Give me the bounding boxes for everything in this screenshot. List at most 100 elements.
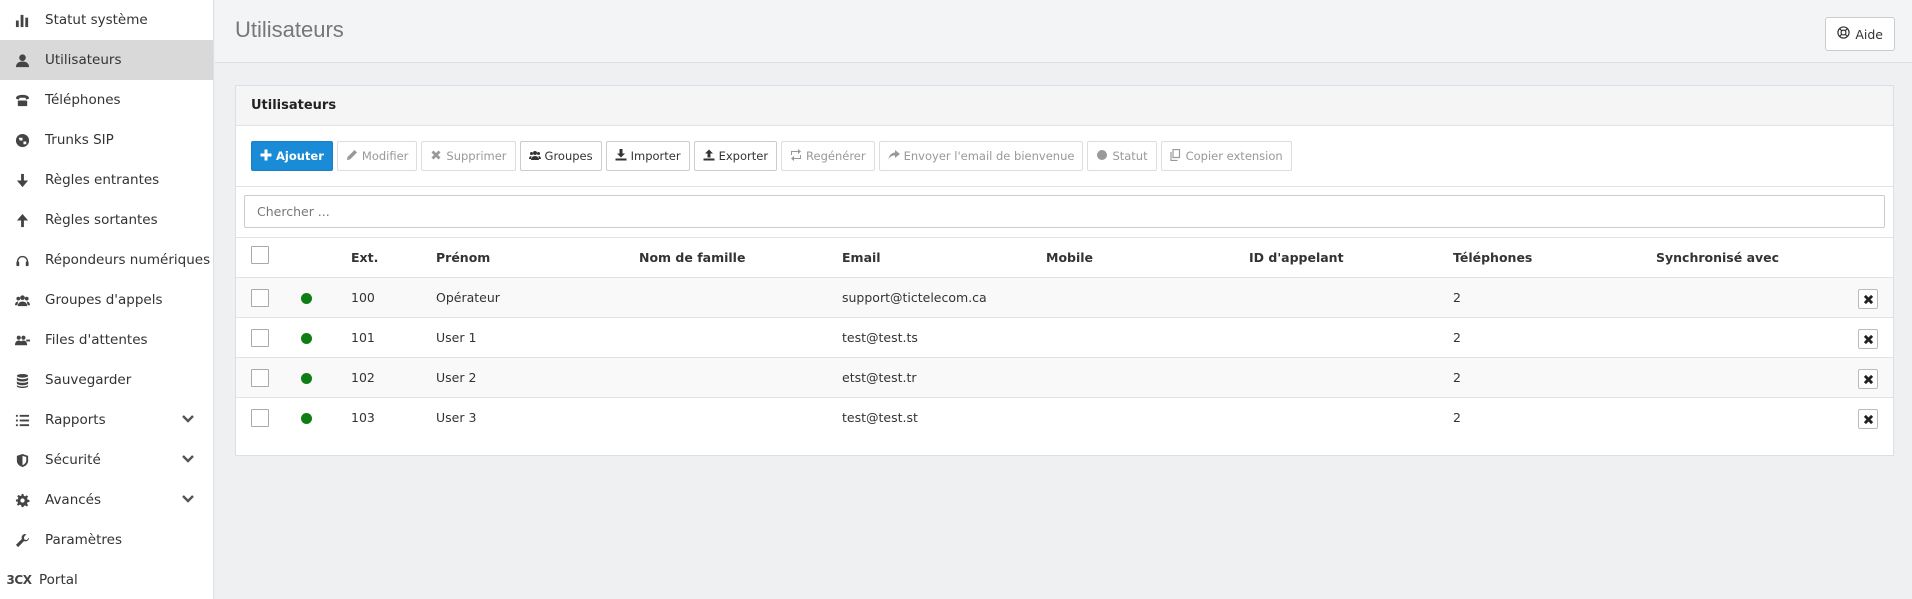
status-indicator — [301, 373, 312, 384]
chevron-down-icon[interactable] — [181, 412, 195, 426]
sidebar-item-groupes-appels[interactable]: Groupes d'appels — [0, 280, 213, 320]
sidebar-item-telephones[interactable]: Téléphones — [0, 80, 213, 120]
help-button[interactable]: Aide — [1825, 17, 1895, 51]
plus-icon — [260, 149, 272, 164]
divider — [236, 186, 1893, 187]
help-label: Aide — [1855, 26, 1883, 42]
gear-icon — [12, 490, 32, 510]
sidebar-item-label: Téléphones — [45, 92, 121, 108]
users-table: Ext. Prénom Nom de famille Email Mobile … — [236, 237, 1893, 437]
sidebar: Statut système Utilisateurs Téléphones T… — [0, 0, 214, 599]
sidebar-item-statut-systeme[interactable]: Statut système — [0, 0, 213, 40]
table-row[interactable]: 103 User 3 test@test.st 2 — [236, 397, 1893, 437]
page-title: Utilisateurs — [235, 17, 344, 42]
sidebar-item-parametres[interactable]: Paramètres — [0, 520, 213, 560]
share-icon — [888, 149, 900, 164]
delete-button[interactable]: Supprimer — [421, 141, 516, 171]
globe-icon — [12, 130, 32, 150]
cell-ext: 100 — [351, 290, 375, 305]
status-indicator — [301, 333, 312, 344]
cell-ext: 103 — [351, 410, 375, 425]
sidebar-item-securite[interactable]: Sécurité — [0, 440, 213, 480]
table-row[interactable]: 102 User 2 etst@test.tr 2 — [236, 357, 1893, 397]
close-icon — [430, 149, 442, 164]
sidebar-item-regles-entrantes[interactable]: Règles entrantes — [0, 160, 213, 200]
groups-button[interactable]: Groupes — [519, 141, 602, 171]
sidebar-item-sauvegarder[interactable]: Sauvegarder — [0, 360, 213, 400]
download-icon — [615, 148, 627, 164]
sidebar-item-files-attentes[interactable]: Files d'attentes — [0, 320, 213, 360]
add-button[interactable]: Ajouter — [251, 141, 333, 171]
send-welcome-email-button[interactable]: Envoyer l'email de bienvenue — [878, 141, 1084, 171]
users-icon — [12, 290, 32, 310]
chevron-down-icon[interactable] — [181, 452, 195, 466]
export-button[interactable]: Exporter — [693, 141, 778, 171]
row-checkbox[interactable] — [251, 369, 269, 387]
sidebar-item-label: Files d'attentes — [45, 332, 148, 348]
wrench-icon — [12, 530, 32, 550]
status-button-label: Statut — [1112, 149, 1148, 163]
status-button[interactable]: Statut — [1087, 141, 1157, 171]
arrow-up-icon — [12, 210, 32, 230]
select-all-checkbox[interactable] — [251, 246, 269, 264]
users-icon — [528, 149, 541, 164]
regenerate-button[interactable]: Regénérer — [781, 141, 875, 171]
sidebar-item-regles-sortantes[interactable]: Règles sortantes — [0, 200, 213, 240]
close-icon — [1863, 334, 1873, 344]
table-header-row: Ext. Prénom Nom de famille Email Mobile … — [236, 237, 1893, 277]
cell-first-name: Opérateur — [436, 290, 500, 305]
sidebar-item-utilisateurs[interactable]: Utilisateurs — [0, 40, 213, 80]
users-panel: Utilisateurs Ajouter Modifier Supprimer … — [235, 85, 1894, 456]
sidebar-item-label: Avancés — [45, 492, 102, 508]
edit-button-label: Modifier — [361, 149, 409, 163]
sidebar-item-label: Trunks SIP — [45, 132, 114, 148]
send-welcome-email-label: Envoyer l'email de bienvenue — [903, 149, 1075, 163]
life-ring-icon — [1837, 26, 1851, 42]
table-row[interactable]: 100 Opérateur support@tictelecom.ca 2 — [236, 277, 1893, 317]
column-header-email[interactable]: Email — [842, 238, 881, 278]
sidebar-item-label: Sauvegarder — [45, 372, 132, 388]
chevron-down-icon[interactable] — [181, 492, 195, 506]
cell-email: etst@test.tr — [842, 370, 917, 385]
column-header-synced-with[interactable]: Synchronisé avec — [1656, 238, 1779, 278]
close-icon — [1863, 374, 1873, 384]
row-checkbox[interactable] — [251, 289, 269, 307]
cell-first-name: User 3 — [436, 410, 477, 425]
sidebar-item-trunks-sip[interactable]: Trunks SIP — [0, 120, 213, 160]
column-header-first-name[interactable]: Prénom — [436, 238, 490, 278]
column-header-phones[interactable]: Téléphones — [1453, 238, 1532, 278]
sidebar-item-repondeurs-numeriques[interactable]: Répondeurs numériques — [0, 240, 213, 280]
column-header-ext[interactable]: Ext. — [351, 238, 378, 278]
cell-email: test@test.ts — [842, 330, 918, 345]
panel-title: Utilisateurs — [236, 86, 1893, 126]
column-header-caller-id[interactable]: ID d'appelant — [1249, 238, 1344, 278]
column-header-last-name[interactable]: Nom de famille — [639, 238, 745, 278]
copy-extension-button[interactable]: Copier extension — [1160, 141, 1292, 171]
sidebar-item-label: Rapports — [45, 412, 106, 428]
status-indicator — [301, 413, 312, 424]
circle-icon — [1096, 149, 1108, 164]
status-indicator — [301, 293, 312, 304]
sidebar-item-label: Groupes d'appels — [45, 292, 163, 308]
sidebar-item-label: Utilisateurs — [45, 52, 122, 68]
sidebar-item-portal[interactable]: 3CX Portal — [0, 560, 213, 599]
delete-row-button[interactable] — [1858, 409, 1878, 429]
delete-row-button[interactable] — [1858, 289, 1878, 309]
page-header: Utilisateurs Aide — [215, 0, 1912, 63]
column-header-mobile[interactable]: Mobile — [1046, 238, 1093, 278]
list-icon — [12, 410, 32, 430]
import-button[interactable]: Importer — [605, 141, 690, 171]
headset-icon — [12, 250, 32, 270]
delete-row-button[interactable] — [1858, 369, 1878, 389]
import-button-label: Importer — [630, 149, 681, 163]
table-row[interactable]: 101 User 1 test@test.ts 2 — [236, 317, 1893, 357]
sidebar-item-rapports[interactable]: Rapports — [0, 400, 213, 440]
edit-button[interactable]: Modifier — [336, 141, 418, 171]
search-input[interactable] — [244, 195, 1885, 228]
sidebar-item-avances[interactable]: Avancés — [0, 480, 213, 520]
cell-ext: 102 — [351, 370, 375, 385]
delete-button-label: Supprimer — [446, 149, 507, 163]
row-checkbox[interactable] — [251, 409, 269, 427]
row-checkbox[interactable] — [251, 329, 269, 347]
delete-row-button[interactable] — [1858, 329, 1878, 349]
